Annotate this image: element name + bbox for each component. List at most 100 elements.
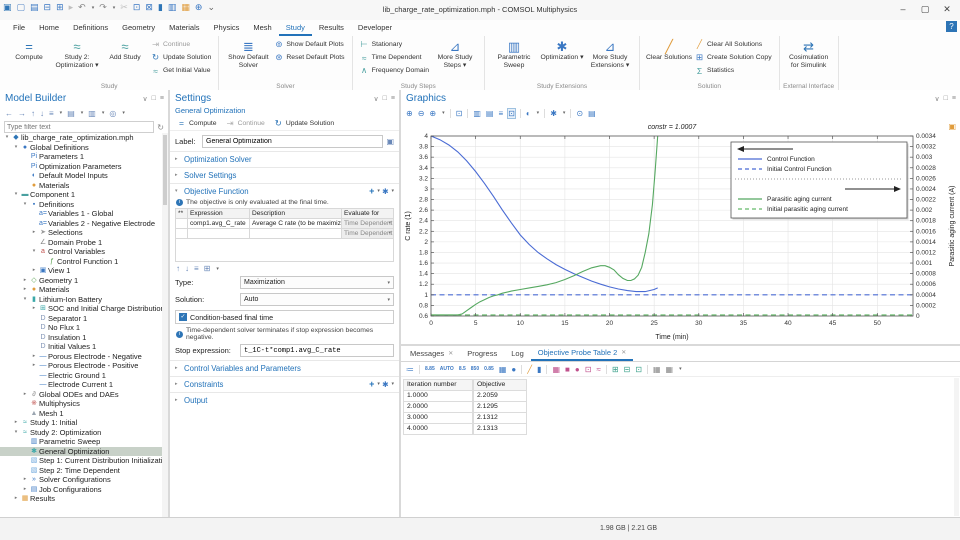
tree-item-insulation-1[interactable]: D Insulation 1 [0,333,162,343]
objective-row[interactable]: comp1.avg_C_rate Average C rate (to be m… [175,218,394,229]
continue-button[interactable]: ⇥ Continue [224,117,267,130]
objective-table[interactable]: ** Expression Description Evaluate for c… [175,208,394,262]
close-tab-icon[interactable]: ✕ [448,350,453,357]
objective-row[interactable]: ▾ Time Dependent [175,228,394,239]
collapse-arrow-icon[interactable]: ▾ [21,295,29,305]
expand-arrow-icon[interactable]: ▸ [30,304,38,314]
section-output[interactable]: ▸ Output [170,392,399,407]
preview-icon[interactable]: ● [511,365,516,374]
backup-icon[interactable]: ▮ [537,365,541,374]
tree-item-porous-electrode-positive[interactable]: ▸ — Porous Electrode - Positive [0,361,162,371]
table-load-icon[interactable]: ≡ [194,264,199,273]
back-icon[interactable]: ← [5,109,13,118]
tree-item-geometry-1[interactable]: ▸ ◇ Geometry 1 [0,276,162,286]
menu-study[interactable]: Study [278,20,312,36]
tree-item-results[interactable]: ▸ ▦ Results [0,494,162,504]
collapse-arrow-icon[interactable]: ▾ [21,200,29,210]
model-tree-scrollbar[interactable] [162,133,168,518]
statistics-button[interactable]: Σ Statistics [693,64,774,77]
tree-item-lithium-ion-battery[interactable]: ▾ ▮ Lithium-Ion Battery [0,295,162,305]
zoom-box-icon[interactable]: ⊕ [429,109,436,118]
new-file-icon[interactable]: ▢ [17,2,26,13]
print-icon[interactable]: ▤ [588,109,596,118]
constraints-menu-icon[interactable]: ✱ [382,380,389,389]
import-table-icon[interactable]: ⊟ [624,365,631,374]
redo-icon[interactable]: ↷ [99,2,107,13]
tree-item-no-flux-1[interactable]: D No Flux 1 [0,323,162,333]
cut-icon[interactable]: ✂ [120,2,128,13]
collapse-arrow-icon[interactable]: ▾ [3,133,11,143]
tree-item-separator-1[interactable]: D Separator 1 [0,314,162,324]
label-input[interactable] [202,135,384,148]
close-tab-icon[interactable]: ✕ [621,349,626,356]
tree-item-electrode-current-1[interactable]: — Electrode Current 1 [0,380,162,390]
label-edit-icon[interactable]: ▣ [386,137,394,146]
transparency-icon-caret[interactable]: ▾ [537,110,540,116]
more-study-extensions-button[interactable]: ⊿ More Study Extensions ▾ [586,38,634,71]
decimal-notation-icon[interactable]: 0.85 [484,366,494,372]
create-solution-copy-button[interactable]: ⊞ Create Solution Copy [693,51,774,64]
table-window-icon[interactable]: ▦ [653,365,661,374]
clear-solutions-button[interactable]: ╱ Clear Solutions [645,38,693,63]
expand-arrow-icon[interactable]: ▸ [21,390,29,400]
legend-toggle-icon[interactable]: ≡ [498,109,503,118]
tree-item-lib-charge-rate-optimization-mph[interactable]: ▾ ◆ lib_charge_rate_optimization.mph [0,133,162,143]
refresh-icon[interactable]: ↻ [157,123,164,132]
app-icon[interactable]: ▣ [3,2,12,13]
clear-all-solutions-button[interactable]: ╱ Clear All Solutions [693,38,774,51]
save-icon[interactable]: ⊟ [44,2,52,13]
expression-cell[interactable]: comp1.avg_C_rate [187,218,250,229]
tree-item-solver-configurations[interactable]: ▸» Solver Configurations [0,475,162,485]
frequency-domain-button[interactable]: ∧ Frequency Domain [358,64,431,77]
tab-log[interactable]: Log [504,346,531,361]
menu-materials[interactable]: Materials [162,20,206,36]
section-solver-settings[interactable]: ▸ Solver Settings [170,167,399,182]
expand-arrow-icon[interactable]: ▸ [21,485,29,495]
copy-table-icon[interactable]: ⊞ [612,365,619,374]
col-active[interactable]: ** [175,208,188,219]
undo-icon-caret[interactable]: ▾ [92,5,95,11]
continue-button[interactable]: ⇥ Continue [149,38,213,51]
tree-item-optimization-parameters[interactable]: Pi Optimization Parameters [0,162,162,172]
col-evaluate-for[interactable]: Evaluate for [341,208,394,219]
collapse-all-icon[interactable]: ≡ [49,109,54,118]
stationary-button[interactable]: ⊢ Stationary [358,38,431,51]
parametric-sweep-button[interactable]: ▥ Parametric Sweep [490,38,538,71]
tree-item-control-variables[interactable]: ▾ a Control Variables [0,247,162,257]
zoom-box-icon-caret[interactable]: ▾ [442,110,445,116]
table-row[interactable]: 4.0000 2.1313 [403,424,960,435]
menu-results[interactable]: Results [312,20,351,36]
update-solution-button[interactable]: ↻ Update Solution [272,117,336,130]
update-table-icon[interactable]: ▦ [499,365,507,374]
add-study-button[interactable]: ≈ Add Study [101,38,149,63]
snapshot-icon[interactable]: ⊙ [576,109,583,118]
tab-objective-probe-table-2[interactable]: Objective Probe Table 2 ✕ [530,346,634,361]
section-constraints[interactable]: ▸ Constraints + ▾ ✱ ▾ [170,376,399,391]
column-header[interactable]: Objective [473,379,527,391]
tree-item-domain-probe-1[interactable]: ∠ Domain Probe 1 [0,238,162,248]
show-default-solver-button[interactable]: ≣ Show Default Solver [224,38,272,71]
expand-arrow-icon[interactable]: ▸ [21,285,29,295]
forward-icon[interactable]: → [18,109,26,118]
menu-developer[interactable]: Developer [351,20,399,36]
menu-file[interactable]: File [6,20,32,36]
toolbar-options-icon[interactable]: ⌄ [207,2,215,13]
menu-geometry[interactable]: Geometry [115,20,162,36]
tree-item-parametric-sweep[interactable]: ▥ Parametric Sweep [0,437,162,447]
tree-item-materials[interactable]: ● Materials [0,181,162,191]
expand-arrow-icon[interactable]: ▸ [30,266,38,276]
objective-menu-icon[interactable]: ✱ [382,187,389,196]
tree-item-view-1[interactable]: ▸ ▣ View 1 [0,266,162,276]
section-control-variables[interactable]: ▸ Control Variables and Parameters [170,360,399,375]
expand-icon[interactable]: ▤ [67,109,75,118]
section-objective-function[interactable]: ▾ Objective Function + ▾ ✱ ▾ [170,183,399,198]
collapse-arrow-icon[interactable]: ▾ [12,190,20,200]
optimization-button[interactable]: ✱ Optimization ▾ [538,38,586,63]
panel-float-icon[interactable]: □ [383,95,387,103]
show-icon[interactable]: ◎ [109,109,116,118]
menu-home[interactable]: Home [32,20,66,36]
tree-item-default-model-inputs[interactable]: ◐ Default Model Inputs [0,171,162,181]
tree-item-study-2-optimization[interactable]: ▾ ≈ Study 2: Optimization [0,428,162,438]
material-window-icon[interactable]: ▦ [181,2,190,13]
table-row[interactable]: 2.0000 2.1295 [403,402,960,413]
